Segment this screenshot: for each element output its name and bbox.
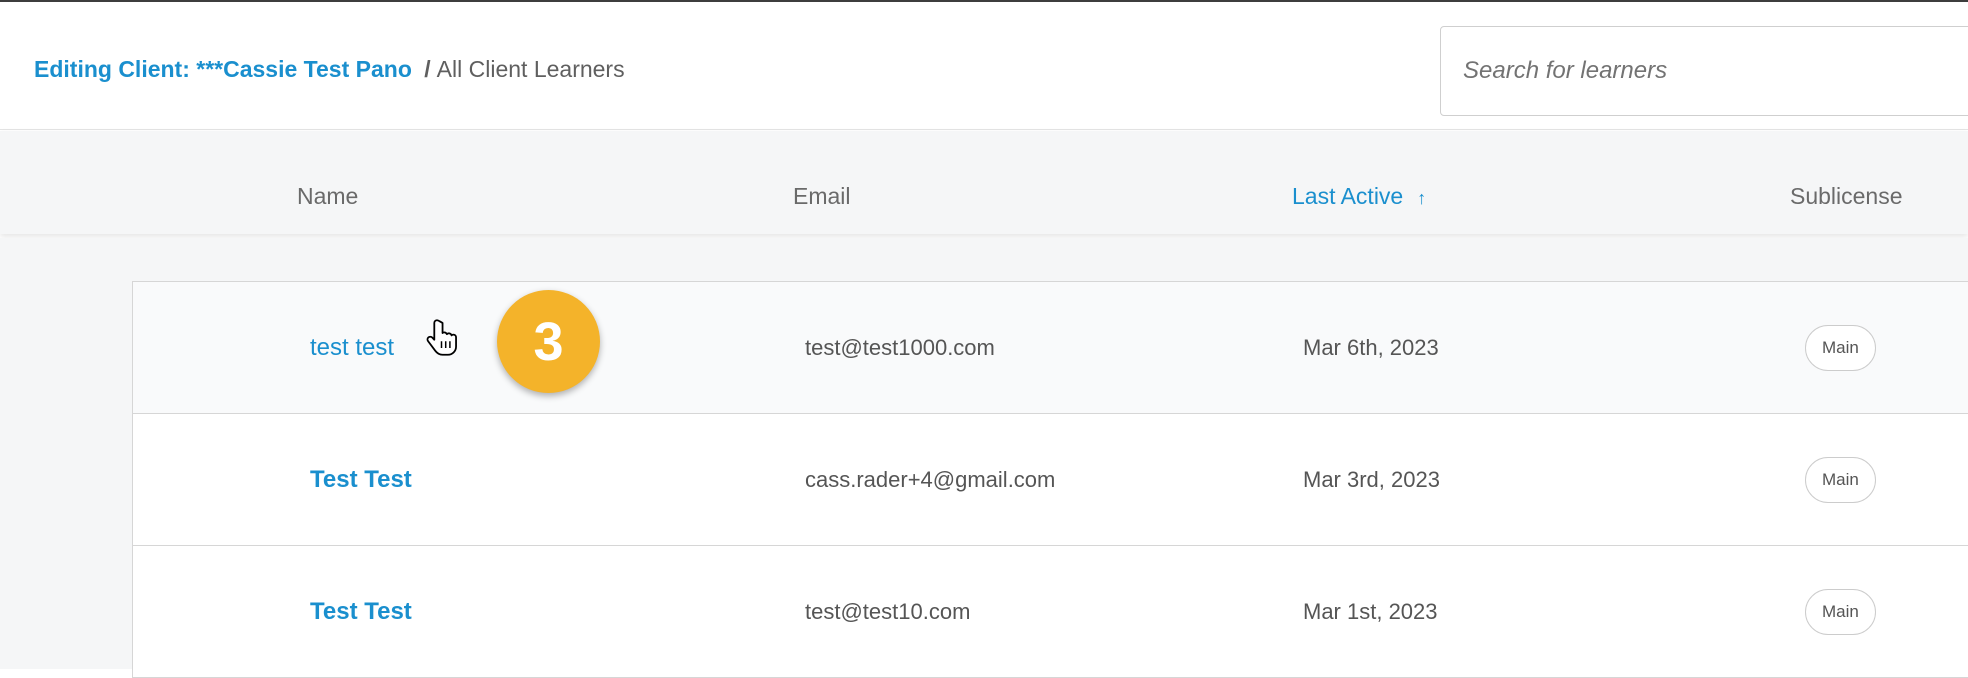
learner-email: cass.rader+4@gmail.com: [805, 466, 1056, 492]
learner-last-active: Mar 1st, 2023: [1303, 598, 1438, 624]
breadcrumb-prefix: Editing Client:: [34, 56, 197, 82]
sublicense-badge: Main: [1805, 588, 1876, 635]
sublicense-badge: Main: [1805, 456, 1876, 503]
page-header: Editing Client: ***Cassie Test Pano / All…: [0, 2, 1968, 130]
breadcrumb-separator: /: [424, 56, 431, 82]
column-header-name[interactable]: Name: [297, 183, 358, 210]
learner-email: test@test10.com: [805, 598, 971, 624]
learner-last-active: Mar 6th, 2023: [1303, 334, 1439, 360]
column-header-last-active[interactable]: Last Active ↑: [1292, 183, 1426, 210]
learner-last-active: Mar 3rd, 2023: [1303, 466, 1440, 492]
table-row[interactable]: Test Test test@test10.com Mar 1st, 2023 …: [133, 546, 1968, 678]
step-number-badge: 3: [497, 290, 600, 393]
column-header-email[interactable]: Email: [793, 183, 851, 210]
learner-name-link[interactable]: Test Test: [310, 598, 412, 626]
learners-table-body: test test 3 test@test1000.com Mar 6th, 2…: [132, 281, 1968, 678]
column-header-last-active-label: Last Active: [1292, 183, 1404, 209]
sublicense-badge: Main: [1805, 324, 1876, 371]
breadcrumb-client-name: ***Cassie Test Pano: [196, 56, 412, 82]
learner-name-link[interactable]: Test Test: [310, 466, 412, 494]
search-input[interactable]: [1440, 26, 1968, 116]
breadcrumb-client-link[interactable]: Editing Client: ***Cassie Test Pano: [34, 56, 412, 82]
breadcrumb: Editing Client: ***Cassie Test Pano / All…: [34, 56, 625, 83]
sort-ascending-icon: ↑: [1417, 188, 1427, 208]
learner-email: test@test1000.com: [805, 334, 995, 360]
table-row[interactable]: Test Test cass.rader+4@gmail.com Mar 3rd…: [133, 414, 1968, 546]
hand-pointer-icon: [425, 318, 461, 365]
table-row[interactable]: test test 3 test@test1000.com Mar 6th, 2…: [133, 282, 1968, 414]
column-header-sublicense[interactable]: Sublicense: [1790, 183, 1903, 210]
learner-name-link[interactable]: test test: [310, 334, 394, 362]
table-header: Name Email Last Active ↑ Sublicense: [0, 131, 1968, 234]
breadcrumb-current: All Client Learners: [436, 56, 625, 82]
